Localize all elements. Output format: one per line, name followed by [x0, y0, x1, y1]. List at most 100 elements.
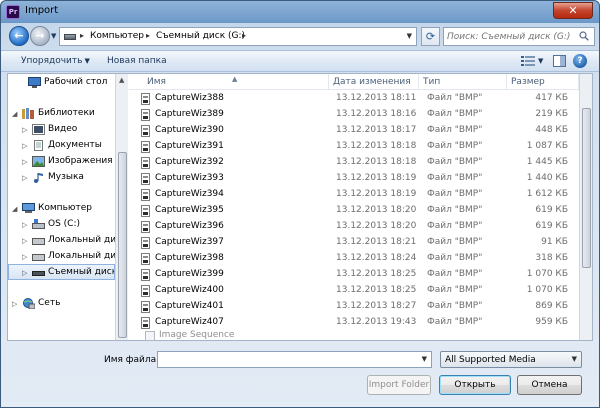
file-list-scroll-thumb[interactable] — [582, 108, 591, 268]
expand-icon[interactable]: ▷ — [12, 300, 18, 308]
file-row[interactable]: CaptureWiz395 13.12.2013 18:20 Файл "BMP" 6… — [129, 203, 592, 219]
back-button[interactable]: ← — [9, 26, 29, 46]
bmp-file-icon — [141, 301, 150, 313]
file-size: 219 КБ — [535, 109, 568, 119]
file-size: 869 КБ — [535, 301, 568, 311]
breadcrumb-arrow-icon[interactable]: ▸ — [146, 31, 150, 40]
file-row[interactable]: CaptureWiz401 13.12.2013 18:27 Файл "BMP" 8… — [129, 299, 592, 315]
arrow-left-icon: ← — [14, 29, 24, 42]
nav-item-desktop[interactable]: Рабочий стол — [8, 75, 115, 91]
expand-icon[interactable]: ▷ — [22, 253, 28, 261]
expand-icon[interactable]: ▷ — [22, 221, 28, 229]
file-row[interactable]: CaptureWiz396 13.12.2013 18:20 Файл "BMP" 6… — [129, 219, 592, 235]
file-size: 448 КБ — [535, 125, 568, 135]
history-dropdown-icon[interactable]: ▼ — [51, 32, 56, 40]
new-folder-button[interactable]: Новая папка — [107, 56, 167, 66]
image-sequence-checkbox[interactable] — [145, 331, 155, 341]
nav-pane-scroll-thumb[interactable] — [118, 152, 127, 338]
file-size: 417 КБ — [535, 93, 568, 103]
nav-pane-scrollbar[interactable]: ▲ — [115, 74, 128, 340]
file-name-input[interactable] — [161, 353, 416, 366]
video-icon — [32, 124, 45, 135]
refresh-button[interactable]: ⟳ — [421, 27, 440, 46]
column-header-name[interactable]: Имя ▲ — [129, 74, 329, 90]
file-date: 13.12.2013 18:19 — [336, 173, 417, 183]
cancel-button[interactable]: Отмена — [517, 375, 582, 395]
column-header-date[interactable]: Дата изменения — [329, 74, 419, 90]
breadcrumb-arrow-icon[interactable]: ▸ — [242, 31, 246, 40]
file-list-scrollbar[interactable] — [579, 74, 592, 340]
magnifier-icon[interactable] — [579, 31, 589, 41]
bmp-file-icon — [141, 157, 150, 169]
expand-icon[interactable]: ▷ — [22, 158, 28, 166]
chevron-down-icon[interactable]: ▼ — [422, 355, 427, 363]
search-input[interactable] — [447, 30, 575, 44]
nav-item-computer[interactable]: ◢ Компьютер — [8, 201, 115, 217]
bmp-file-icon — [141, 317, 150, 329]
image-sequence-label: Image Sequence — [159, 330, 235, 340]
file-size: 91 КБ — [541, 237, 568, 247]
file-row[interactable]: CaptureWiz391 13.12.2013 18:18 Файл "BMP" 1… — [129, 139, 592, 155]
premiere-app-icon: Pr — [6, 5, 20, 19]
column-header-type[interactable]: Тип — [419, 74, 507, 90]
nav-item-images[interactable]: ▷ Изображения — [8, 154, 115, 170]
scroll-up-icon[interactable]: ▲ — [119, 76, 124, 84]
file-name: CaptureWiz401 — [155, 301, 224, 311]
forward-button[interactable]: → — [30, 26, 50, 46]
file-date: 13.12.2013 18:16 — [336, 109, 417, 119]
file-row[interactable]: CaptureWiz393 13.12.2013 18:19 Файл "BMP" 1… — [129, 171, 592, 187]
file-row[interactable]: CaptureWiz399 13.12.2013 18:25 Файл "BMP" 1… — [129, 267, 592, 283]
file-list: Имя ▲ Дата изменения Тип Размер CaptureW… — [129, 74, 592, 340]
breadcrumb-removable-disk[interactable]: Съемный диск (G:) — [156, 31, 245, 41]
file-row[interactable]: CaptureWiz388 13.12.2013 18:11 Файл "BMP" 4… — [129, 91, 592, 107]
search-box[interactable] — [443, 27, 595, 46]
file-row[interactable]: CaptureWiz394 13.12.2013 18:19 Файл "BMP" 1… — [129, 187, 592, 203]
collapse-icon[interactable]: ◢ — [12, 205, 18, 213]
collapse-icon[interactable]: ◢ — [12, 110, 18, 118]
nav-item-local-disk-1[interactable]: ▷ Локальный диск — [8, 233, 115, 249]
file-row[interactable]: CaptureWiz400 13.12.2013 18:25 Файл "BMP" 1… — [129, 283, 592, 299]
file-row[interactable]: CaptureWiz397 13.12.2013 18:21 Файл "BMP" 9… — [129, 235, 592, 251]
expand-icon[interactable]: ▷ — [22, 142, 28, 150]
file-row[interactable]: CaptureWiz398 13.12.2013 18:24 Файл "BMP" 3… — [129, 251, 592, 267]
address-dropdown-icon[interactable]: ▼ — [407, 32, 412, 40]
file-row[interactable]: CaptureWiz392 13.12.2013 18:18 Файл "BMP" 1… — [129, 155, 592, 171]
expand-icon[interactable]: ▷ — [22, 237, 28, 245]
expand-icon[interactable]: ▷ — [22, 174, 28, 182]
help-icon[interactable]: ? — [573, 54, 587, 68]
view-options-icon[interactable] — [521, 55, 535, 67]
organize-menu[interactable]: Упорядочить ▼ — [21, 56, 90, 66]
chevron-down-icon: ▼ — [571, 355, 577, 363]
address-bar[interactable]: ▸ Компьютер ▸ Съемный диск (G:) ▸ ▼ — [59, 27, 417, 46]
drive-icon — [64, 34, 76, 40]
import-folder-button[interactable]: Import Folder — [367, 375, 431, 395]
nav-item-network[interactable]: ▷ Сеть — [8, 296, 115, 312]
bmp-file-icon — [141, 285, 150, 297]
breadcrumb-arrow-icon[interactable]: ▸ — [80, 31, 84, 40]
nav-item-os-c[interactable]: ▷ OS (C:) — [8, 217, 115, 233]
file-type-select[interactable]: All Supported Media ▼ — [440, 351, 582, 368]
nav-item-libraries[interactable]: ◢ Библиотеки — [8, 106, 115, 122]
nav-item-removable-disk[interactable]: ▷ Съемный диск ( — [8, 264, 115, 280]
nav-item-video[interactable]: ▷ Видео — [8, 122, 115, 138]
file-date: 13.12.2013 18:21 — [336, 237, 417, 247]
column-header-row: Имя ▲ Дата изменения Тип Размер — [129, 74, 592, 90]
breadcrumb-computer[interactable]: Компьютер — [90, 31, 144, 41]
file-date: 13.12.2013 19:43 — [336, 317, 417, 327]
open-button[interactable]: Открыть — [439, 375, 511, 395]
preview-pane-icon[interactable] — [553, 55, 566, 67]
expand-icon[interactable]: ▷ — [22, 126, 28, 134]
file-row[interactable]: CaptureWiz407 13.12.2013 19:43 Файл "BMP" 9… — [129, 315, 592, 331]
expand-icon[interactable]: ▷ — [22, 269, 28, 277]
file-name-combobox[interactable]: ▼ — [157, 351, 432, 368]
column-header-size[interactable]: Размер — [507, 74, 579, 90]
file-row[interactable]: CaptureWiz389 13.12.2013 18:16 Файл "BMP" 2… — [129, 107, 592, 123]
nav-item-music[interactable]: ▷ Музыка — [8, 170, 115, 186]
close-button[interactable]: ✕ — [553, 2, 593, 19]
sort-ascending-icon: ▲ — [232, 75, 238, 83]
nav-item-documents[interactable]: ▷ Документы — [8, 138, 115, 154]
view-dropdown-icon[interactable]: ▼ — [538, 57, 543, 65]
nav-item-local-disk-2[interactable]: ▷ Локальный диск — [8, 249, 115, 265]
file-row[interactable]: CaptureWiz390 13.12.2013 18:17 Файл "BMP" 4… — [129, 123, 592, 139]
nav-label: OS (C:) — [48, 219, 80, 229]
